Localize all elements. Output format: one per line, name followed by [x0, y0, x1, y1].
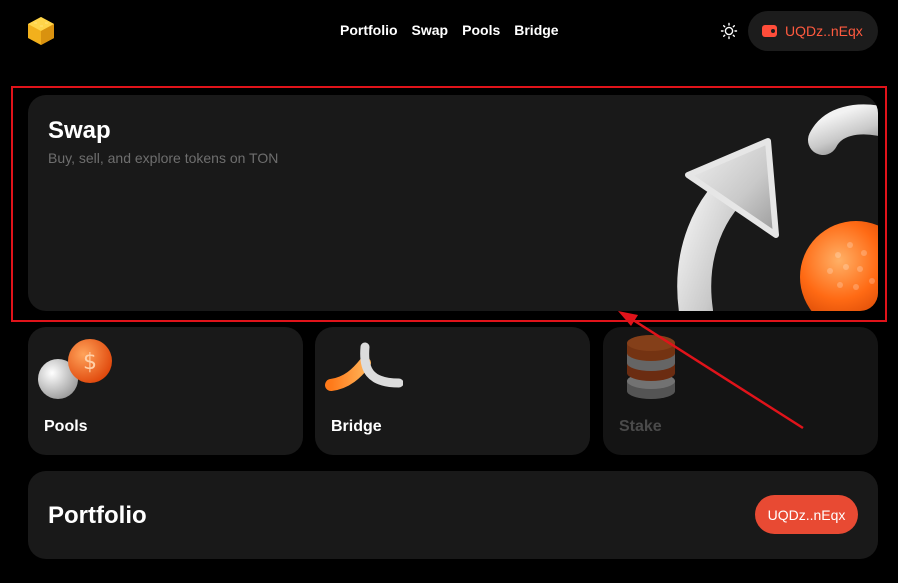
wallet-button[interactable]: UQDz..nEqx [748, 11, 878, 51]
stake-tile-label: Stake [619, 418, 662, 435]
cube-logo-icon[interactable] [26, 16, 56, 46]
main-nav: Portfolio Swap Pools Bridge [340, 22, 559, 38]
top-navigation-bar: Portfolio Swap Pools Bridge UQDz..nEqx [0, 0, 898, 62]
portfolio-wallet-button[interactable]: UQDz..nEqx [755, 495, 858, 534]
swap-card-title: Swap [48, 117, 111, 144]
bridge-illustration [325, 342, 403, 391]
nav-pools[interactable]: Pools [462, 22, 500, 38]
arrow-and-orange-sphere-illustration [677, 104, 878, 311]
wallet-icon [762, 25, 777, 37]
sun-icon[interactable] [720, 22, 738, 40]
bridge-tile[interactable]: Bridge [315, 327, 590, 455]
coins-illustration: $ [38, 339, 112, 399]
swap-card-subtitle: Buy, sell, and explore tokens on TON [48, 150, 279, 166]
swap-card[interactable]: Swap Buy, sell, and explore tokens on TO… [28, 95, 878, 311]
pools-tile-label: Pools [44, 418, 88, 435]
pools-tile[interactable]: $ Pools [28, 327, 303, 455]
portfolio-card: Portfolio UQDz..nEqx [28, 471, 878, 559]
bridge-tile-label: Bridge [331, 418, 382, 435]
svg-text:$: $ [83, 350, 97, 375]
nav-swap[interactable]: Swap [412, 22, 449, 38]
coin-stack-illustration [627, 335, 675, 399]
wallet-address: UQDz..nEqx [785, 23, 863, 39]
stake-tile: Stake [603, 327, 878, 455]
nav-bridge[interactable]: Bridge [514, 22, 558, 38]
portfolio-title: Portfolio [48, 502, 147, 529]
nav-portfolio[interactable]: Portfolio [340, 22, 398, 38]
